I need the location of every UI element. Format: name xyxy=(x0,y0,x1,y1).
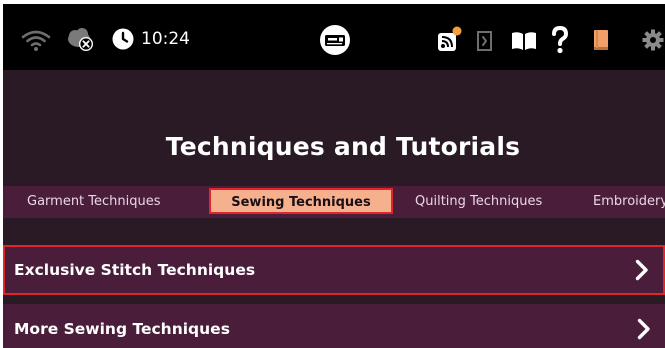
sewing-machine-icon[interactable] xyxy=(319,24,351,56)
tab-sewing-techniques[interactable]: Sewing Techniques xyxy=(209,188,393,214)
status-bar: 10:24 xyxy=(3,4,665,70)
list-item-exclusive-stitch-techniques[interactable]: Exclusive Stitch Techniques xyxy=(3,245,665,295)
exit-icon[interactable] xyxy=(475,30,495,52)
wifi-icon[interactable] xyxy=(21,28,51,52)
notebook-icon[interactable] xyxy=(591,28,611,52)
chevron-right-icon xyxy=(637,318,650,340)
tab-embroidery-techniques[interactable]: Embroidery Techniques xyxy=(593,186,665,218)
chevron-right-icon xyxy=(635,259,648,281)
list-item-label: More Sewing Techniques xyxy=(14,320,230,338)
tab-quilting-techniques[interactable]: Quilting Techniques xyxy=(415,186,542,218)
cloud-offline-icon[interactable] xyxy=(65,26,97,52)
remote-notification-icon[interactable] xyxy=(436,24,466,54)
list-item-more-sewing-techniques[interactable]: More Sewing Techniques xyxy=(3,304,665,348)
help-icon[interactable] xyxy=(550,26,570,54)
page-title: Techniques and Tutorials xyxy=(165,132,521,161)
clock-time: 10:24 xyxy=(141,29,190,49)
list-item-label: Exclusive Stitch Techniques xyxy=(14,261,256,279)
screen: 10:24 Techniques and Tutorials Garment T… xyxy=(3,4,665,348)
book-icon[interactable] xyxy=(511,31,537,51)
category-tabs: Garment Techniques Sewing Techniques Qui… xyxy=(3,186,665,218)
clock-icon xyxy=(111,27,135,51)
settings-icon[interactable] xyxy=(641,28,665,52)
tab-garment-techniques[interactable]: Garment Techniques xyxy=(27,186,161,218)
